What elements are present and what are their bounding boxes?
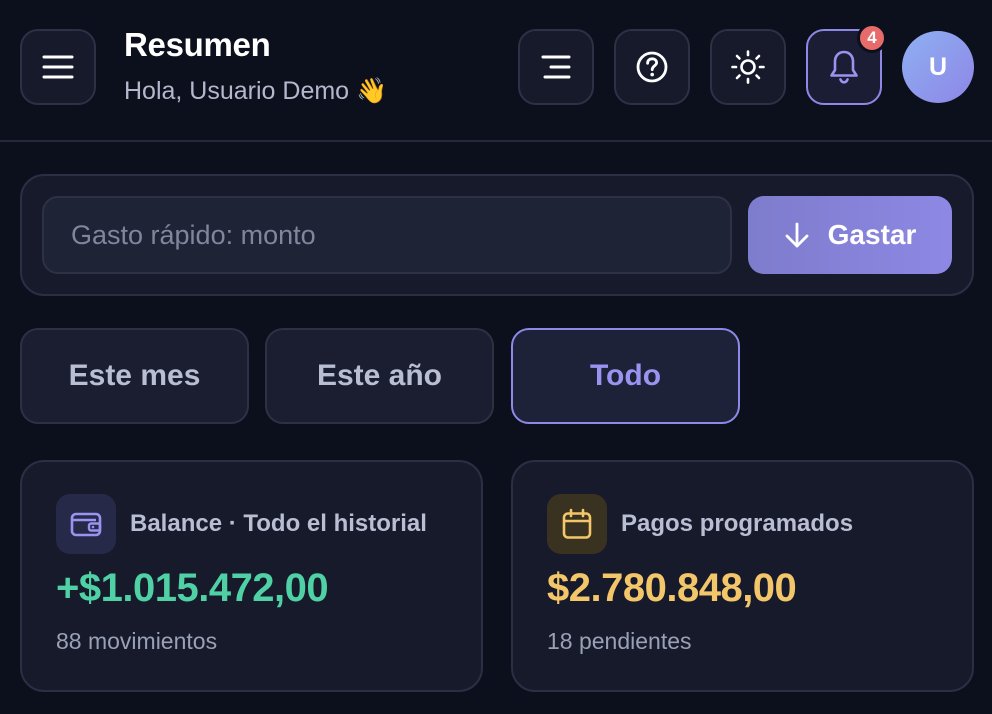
wallet-icon [70, 512, 102, 537]
calendar-icon-box [547, 494, 607, 554]
quick-spend-input[interactable] [42, 196, 732, 274]
period-tab-all[interactable]: Todo [511, 328, 740, 424]
balance-transactions-count: 88 movimientos [56, 628, 218, 654]
menu-icon [42, 55, 74, 79]
greeting-text: Hola, Usuario Demo 👋 [124, 77, 388, 105]
help-button[interactable] [614, 29, 690, 105]
page-title: Resumen [124, 26, 271, 63]
spend-button[interactable]: Gastar [748, 196, 952, 274]
calendar-icon [562, 508, 592, 539]
balance-label: Balance · Todo el historial [130, 510, 427, 537]
balance-amount: +$1.015.472,00 [56, 566, 329, 610]
period-tab-this-year[interactable]: Este año [265, 328, 494, 424]
wallet-icon-box [56, 494, 116, 554]
align-right-icon [541, 55, 571, 79]
spend-button-label: Gastar [827, 219, 917, 250]
help-icon [636, 51, 668, 83]
avatar[interactable]: U [902, 31, 974, 103]
theme-toggle-button[interactable] [710, 29, 786, 105]
header-divider [0, 140, 992, 142]
arrow-down-icon [785, 222, 809, 248]
scheduled-pending-count: 18 pendientes [547, 628, 692, 654]
sun-icon [731, 50, 765, 84]
menu-button[interactable] [20, 29, 96, 105]
bell-icon [830, 50, 858, 84]
scheduled-payments-label: Pagos programados [621, 510, 854, 537]
period-tab-this-month[interactable]: Este mes [20, 328, 249, 424]
layout-toggle-button[interactable] [518, 29, 594, 105]
balance-card[interactable]: Balance · Todo el historial +$1.015.472,… [20, 460, 483, 692]
scheduled-payments-card[interactable]: Pagos programados $2.780.848,00 18 pendi… [511, 460, 974, 692]
notification-badge: 4 [857, 23, 887, 53]
scheduled-payments-amount: $2.780.848,00 [547, 566, 797, 610]
